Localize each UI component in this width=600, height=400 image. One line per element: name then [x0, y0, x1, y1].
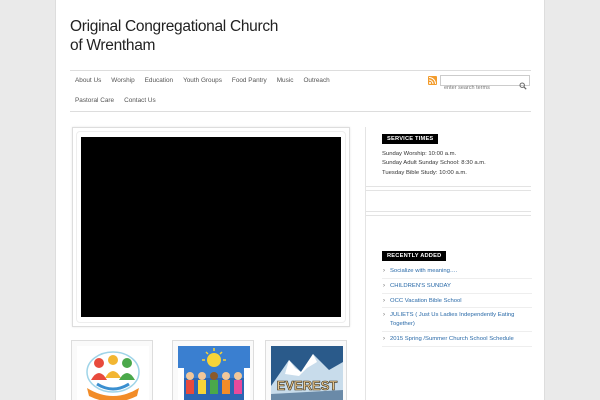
search-icon[interactable] — [519, 77, 527, 90]
service-times-title: SERVICE TIMES — [382, 134, 439, 144]
service-times-content: Sunday Worship: 10:00 a.m. Sunday Adult … — [382, 150, 486, 178]
recently-added-widget: RECENTLY ADDED › Socialize with meaning….… — [382, 244, 532, 350]
page-container: Original Congregational Church of Wrenth… — [55, 0, 545, 400]
column-divider — [365, 127, 366, 400]
site-title[interactable]: Original Congregational Church of Wrenth… — [70, 17, 290, 55]
thumbnail-image-children[interactable] — [178, 346, 250, 400]
recent-link[interactable]: Socialize with meaning…. — [390, 268, 457, 274]
list-item[interactable]: › CHILDREN'S SUNDAY — [382, 282, 532, 294]
service-time-line: Tuesday Bible Study: 10:00 a.m. — [382, 169, 467, 176]
nav-item-worship[interactable]: Worship — [106, 76, 139, 86]
rss-icon[interactable] — [428, 76, 437, 85]
list-item[interactable]: › Socialize with meaning…. — [382, 267, 532, 279]
recent-link[interactable]: OCC Vacation Bible School — [390, 298, 462, 304]
sidebar-divider — [366, 186, 531, 187]
recent-link[interactable]: CHILDREN'S SUNDAY — [390, 283, 451, 289]
nav-row-2: Pastoral Care Contact Us — [70, 96, 161, 106]
nav-item-music[interactable]: Music — [272, 76, 299, 86]
arrow-icon: › — [383, 297, 385, 304]
slider-image[interactable] — [81, 137, 341, 317]
nav-item-youth-groups[interactable]: Youth Groups — [178, 76, 227, 86]
list-item[interactable]: › OCC Vacation Bible School — [382, 297, 532, 309]
sidebar-divider — [366, 211, 531, 212]
thumbnail-image-everest[interactable]: EVEREST — [271, 346, 343, 400]
nav-item-pastoral-care[interactable]: Pastoral Care — [70, 96, 119, 106]
sidebar-divider — [366, 190, 531, 191]
service-times-widget: SERVICE TIMES Sunday Worship: 10:00 a.m.… — [382, 127, 486, 178]
nav-item-about-us[interactable]: About Us — [70, 76, 106, 86]
recently-added-list: › Socialize with meaning…. › CHILDREN'S SU… — [382, 267, 532, 347]
service-time-line: Sunday Worship: 10:00 a.m. — [382, 151, 457, 157]
thumbnail-3[interactable]: EVEREST — [265, 340, 347, 400]
service-time-line: Sunday Adult Sunday School: 8:30 a.m. — [382, 160, 486, 167]
nav-item-outreach[interactable]: Outreach — [298, 76, 334, 86]
featured-slider[interactable] — [72, 127, 350, 327]
nav-row-1: About Us Worship Education Youth Groups … — [70, 76, 335, 86]
search-input[interactable] — [441, 83, 515, 93]
arrow-icon: › — [383, 282, 385, 289]
list-item[interactable]: › JULIETS ( Just Us Ladies Independently … — [382, 311, 532, 332]
sidebar-divider — [366, 215, 531, 216]
thumbnail-2[interactable] — [172, 340, 254, 400]
everest-text: EVEREST — [277, 378, 338, 393]
thumbnail-1[interactable] — [71, 340, 153, 400]
list-item[interactable]: › 2015 Spring /Summer Church School Sched… — [382, 335, 532, 347]
nav-item-contact-us[interactable]: Contact Us — [119, 96, 161, 106]
recent-link[interactable]: JULIETS ( Just Us Ladies Independently E… — [390, 312, 514, 327]
nav-item-food-pantry[interactable]: Food Pantry — [227, 76, 272, 86]
arrow-icon: › — [383, 335, 385, 342]
main-navigation: About Us Worship Education Youth Groups … — [70, 70, 531, 112]
arrow-icon: › — [383, 268, 385, 274]
recent-link[interactable]: 2015 Spring /Summer Church School Schedu… — [390, 336, 514, 342]
recently-added-title: RECENTLY ADDED — [382, 251, 447, 261]
arrow-icon: › — [383, 312, 385, 319]
thumbnail-image-family[interactable] — [77, 346, 149, 400]
nav-item-education[interactable]: Education — [140, 76, 178, 86]
search-box — [440, 75, 530, 93]
